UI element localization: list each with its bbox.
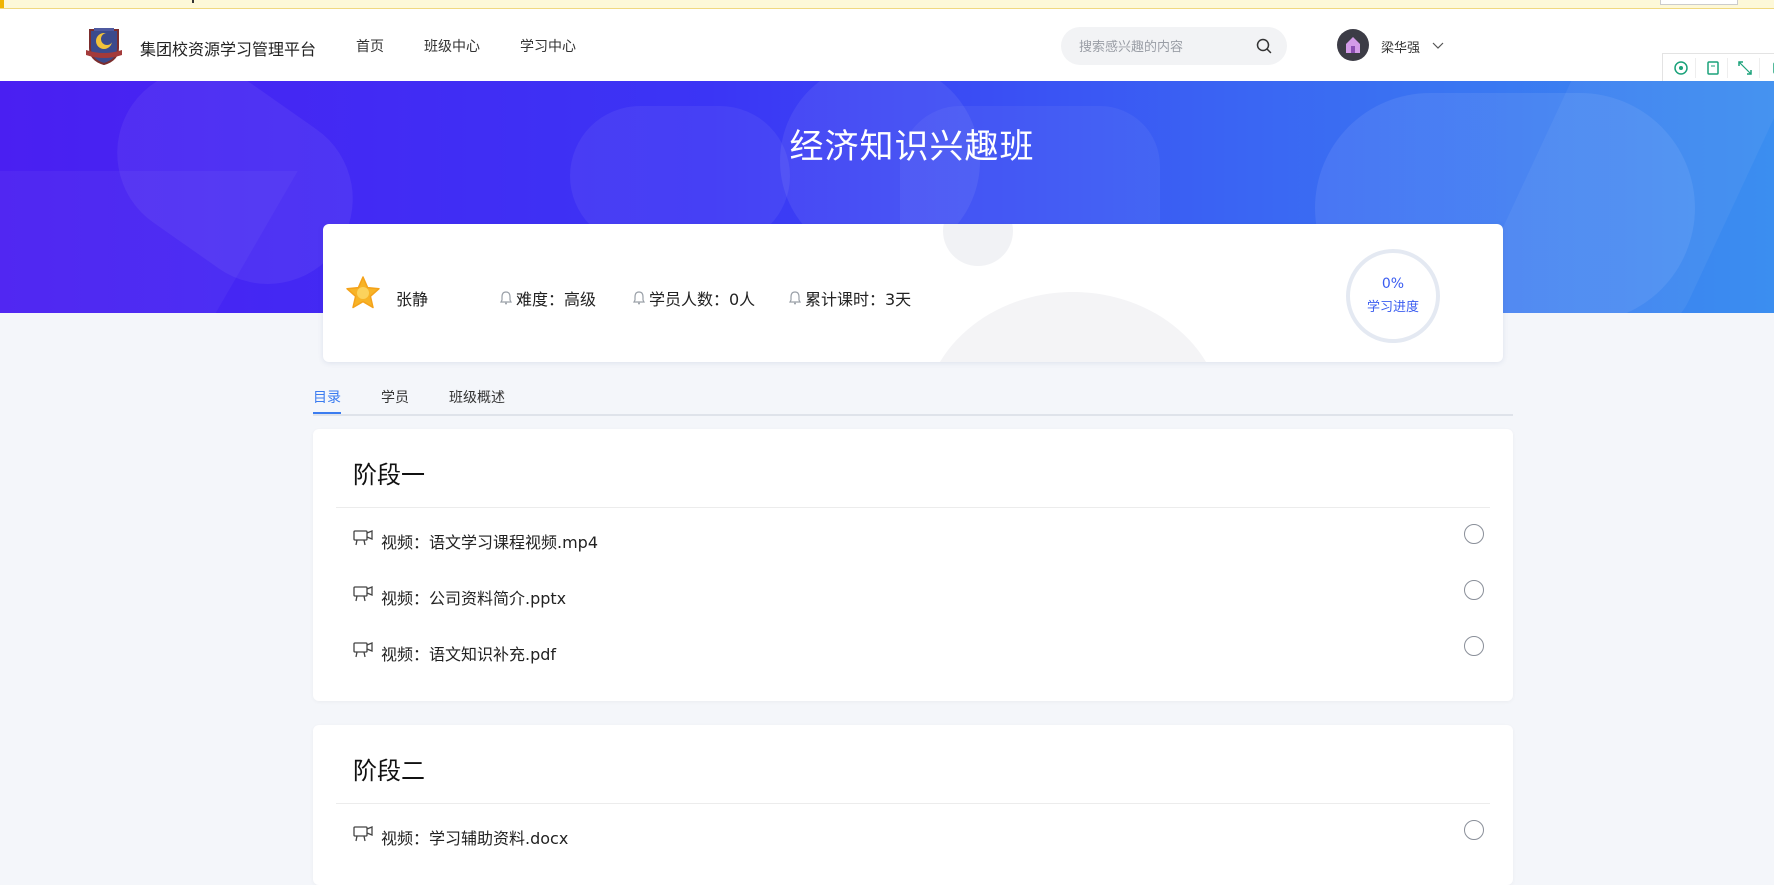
user-name[interactable]: 梁华强 xyxy=(1381,37,1420,56)
notice-box[interactable] xyxy=(1660,0,1738,5)
list-item[interactable]: 视频：语文学习课程视频.mp4 xyxy=(353,524,1493,552)
nav-study-center[interactable]: 学习中心 xyxy=(520,36,576,56)
brand-name[interactable]: 集团校资源学习管理平台 xyxy=(140,36,316,60)
school-logo-icon[interactable] xyxy=(84,24,124,66)
student-count-info: 学员人数：0人 xyxy=(633,286,755,310)
content-tabs: 目录 学员 班级概述 xyxy=(313,378,1513,416)
student-count-text: 学员人数：0人 xyxy=(649,290,756,309)
difficulty-info: 难度：高级 xyxy=(500,286,596,310)
search-box xyxy=(1061,27,1287,65)
completion-radio[interactable] xyxy=(1464,580,1484,600)
top-navbar: 集团校资源学习管理平台 首页 班级中心 学习中心 梁华强 xyxy=(0,9,1774,81)
completion-radio[interactable] xyxy=(1464,820,1484,840)
copy-tool-icon[interactable] xyxy=(1699,58,1728,78)
avatar-house-icon xyxy=(1346,37,1360,53)
item-title[interactable]: 视频：语文知识补充.pdf xyxy=(381,641,556,665)
stage-divider xyxy=(336,507,1490,508)
stage-section: 阶段二 视频：学习辅助资料.docx xyxy=(313,725,1513,885)
stage-title: 阶段二 xyxy=(353,757,425,785)
list-item[interactable]: 视频：公司资料简介.pptx xyxy=(353,580,1493,608)
star-badge-icon xyxy=(346,276,380,309)
difficulty-text: 难度：高级 xyxy=(516,290,597,309)
bell-icon xyxy=(500,291,512,305)
bell-icon xyxy=(633,291,645,305)
stage-section: 阶段一 视频：语文学习课程视频.mp4 视频：公司资料简介.pptx 视频：语文… xyxy=(313,429,1513,701)
top-notice-strip xyxy=(0,0,1774,9)
list-item[interactable]: 视频：学习辅助资料.docx xyxy=(353,820,1493,848)
nav-home[interactable]: 首页 xyxy=(356,36,384,56)
card-decoration xyxy=(943,224,1013,266)
class-title: 经济知识兴趣班 xyxy=(789,127,1035,167)
tab-overview[interactable]: 班级概述 xyxy=(449,387,505,407)
more-tool-icon[interactable] xyxy=(1763,58,1774,78)
duration-info: 累计课时：3天 xyxy=(789,286,911,310)
item-title[interactable]: 视频：语文学习课程视频.mp4 xyxy=(381,529,598,553)
notice-tick xyxy=(192,0,194,3)
teacher-name: 张静 xyxy=(396,290,429,309)
search-icon[interactable] xyxy=(1255,37,1273,55)
search-input[interactable] xyxy=(1077,36,1241,58)
video-icon xyxy=(353,642,373,658)
card-decoration xyxy=(923,292,1223,362)
expand-tool-icon[interactable] xyxy=(1731,58,1760,78)
progress-value: 0% xyxy=(1381,276,1405,292)
duration-text: 累计课时：3天 xyxy=(805,290,912,309)
avatar[interactable] xyxy=(1337,29,1369,61)
stage-title: 阶段一 xyxy=(353,461,425,489)
chevron-down-icon[interactable] xyxy=(1432,40,1444,50)
tab-catalog[interactable]: 目录 xyxy=(313,387,341,407)
bell-icon xyxy=(789,291,801,305)
nav-class-center[interactable]: 班级中心 xyxy=(424,36,480,56)
completion-radio[interactable] xyxy=(1464,524,1484,544)
progress-label: 学习进度 xyxy=(1366,300,1419,315)
tab-students[interactable]: 学员 xyxy=(381,387,409,407)
list-item[interactable]: 视频：语文知识补充.pdf xyxy=(353,636,1493,664)
stage-divider xyxy=(336,803,1490,804)
active-tab-indicator xyxy=(313,412,341,414)
item-title[interactable]: 视频：公司资料简介.pptx xyxy=(381,585,566,609)
item-title[interactable]: 视频：学习辅助资料.docx xyxy=(381,825,568,849)
completion-radio[interactable] xyxy=(1464,636,1484,656)
video-icon xyxy=(353,826,373,842)
class-info-card: 张静 难度：高级 学员人数：0人 累计课时：3天 0% 学习进度 xyxy=(323,224,1503,362)
video-icon xyxy=(353,530,373,546)
floating-toolbar xyxy=(1662,53,1774,82)
banner-shape xyxy=(0,171,298,313)
screenshot-tool-icon[interactable] xyxy=(1667,58,1696,78)
video-icon xyxy=(353,586,373,602)
notice-marker xyxy=(0,0,4,8)
